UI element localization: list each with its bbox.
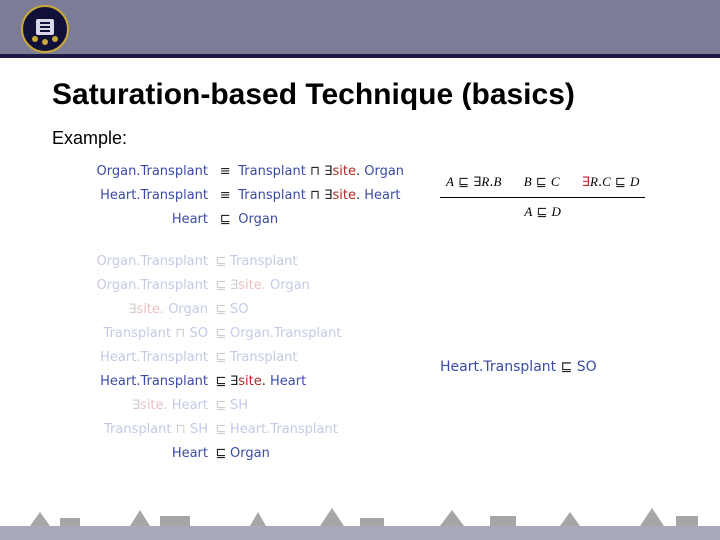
- concept: Heart: [364, 188, 400, 203]
- rel-sub: ⊑: [212, 394, 230, 418]
- concept: Heart.Transplant: [100, 188, 208, 203]
- concept: Organ.Transplant: [97, 254, 208, 269]
- concept: Transplant: [104, 326, 172, 341]
- derivation-row: ∃site. Organ⊑SO: [60, 298, 440, 322]
- var-C: C: [602, 174, 611, 189]
- role-site: site: [140, 398, 163, 413]
- var-A: A: [446, 174, 454, 189]
- concept: Organ: [270, 278, 310, 293]
- role-site: site: [136, 302, 159, 317]
- var-C: C: [551, 174, 560, 189]
- rel-sub: ⊑: [216, 208, 234, 232]
- concept: Transplant: [230, 350, 298, 365]
- var-R: R: [590, 174, 598, 189]
- concept: Transplant: [230, 254, 298, 269]
- concept: SO: [230, 302, 248, 317]
- example-label: Example:: [52, 128, 127, 149]
- concept: Transplant: [104, 422, 172, 437]
- inference-rule: A ⊑ ∃R.B B ⊑ C ∃R.C ⊑ D A ⊑ D: [440, 170, 700, 225]
- sqcap: ⊓: [310, 188, 320, 203]
- role-site: site: [332, 188, 355, 203]
- dot: .: [356, 164, 360, 179]
- derivation-row: Transplant ⊓ SH ⊑Heart.Transplant: [60, 418, 440, 442]
- var-A: A: [524, 204, 532, 219]
- concept: SO: [190, 326, 208, 341]
- concept: Heart.Transplant: [230, 422, 338, 437]
- rel-sub: ⊑: [212, 442, 230, 466]
- concept: SO: [577, 359, 597, 375]
- role-site: site: [238, 374, 261, 389]
- concept: Organ.Transplant: [97, 164, 208, 179]
- concept: Organ.Transplant: [97, 278, 208, 293]
- concept: Transplant: [238, 164, 306, 179]
- exists: ∃: [582, 175, 590, 190]
- concept: Organ: [238, 212, 278, 227]
- slide-topbar: [0, 0, 720, 58]
- concept: Heart: [270, 374, 306, 389]
- rel-sub: ⊑: [212, 418, 230, 442]
- rel-sub: ⊑: [212, 370, 230, 394]
- sqcap: ⊓: [176, 422, 186, 437]
- rel-sub: ⊑: [458, 175, 469, 190]
- rel-sub: ⊑: [212, 274, 230, 298]
- exists: ∃: [230, 278, 238, 293]
- concept: Transplant: [238, 188, 306, 203]
- concept: SH: [230, 398, 248, 413]
- var-R: R: [481, 174, 489, 189]
- dot: .: [262, 278, 266, 293]
- sqcap: ⊓: [310, 164, 320, 179]
- derived-highlight: Heart.Transplant ⊑ SO: [440, 355, 700, 379]
- concept: Heart: [172, 212, 208, 227]
- role-site: site: [238, 278, 261, 293]
- rel-sub: ⊑: [212, 346, 230, 370]
- exists: ∃: [132, 398, 140, 413]
- concept: Heart.Transplant: [100, 374, 208, 389]
- rel-equiv: ≡: [216, 184, 234, 208]
- dot: .: [160, 302, 164, 317]
- var-B: B: [493, 174, 501, 189]
- sqcap: ⊓: [175, 326, 185, 341]
- university-crest: [20, 4, 70, 54]
- concept: Heart.Transplant: [100, 350, 208, 365]
- slide-content: Organ.Transplant ≡ Transplant ⊓ ∃site. O…: [60, 160, 700, 500]
- derivation-row: Organ.Transplant ⊑∃site. Organ: [60, 274, 440, 298]
- concept: Organ: [168, 302, 208, 317]
- derivation-row: Organ.Transplant ⊑Transplant: [60, 250, 440, 274]
- rel-sub: ⊑: [212, 250, 230, 274]
- dot: .: [262, 374, 266, 389]
- rel-sub: ⊑: [212, 322, 230, 346]
- role-site: site: [332, 164, 355, 179]
- concept: Organ: [364, 164, 404, 179]
- derivation-row: Heart.Transplant ⊑Transplant: [60, 346, 440, 370]
- left-column: Organ.Transplant ≡ Transplant ⊓ ∃site. O…: [60, 160, 440, 466]
- slide-title: Saturation-based Technique (basics): [52, 78, 575, 112]
- axiom-row: Organ.Transplant ≡ Transplant ⊓ ∃site. O…: [60, 160, 440, 184]
- axiom-row: Heart.Transplant ≡ Transplant ⊓ ∃site. H…: [60, 184, 440, 208]
- footer-skyline: [0, 506, 720, 540]
- rel-sub: ⊑: [561, 359, 573, 375]
- rel-equiv: ≡: [216, 160, 234, 184]
- concept: Organ: [230, 446, 270, 461]
- concept: Heart: [172, 398, 208, 413]
- rel-sub: ⊑: [615, 175, 626, 190]
- concept: Heart.Transplant: [440, 359, 556, 375]
- var-D: D: [630, 174, 639, 189]
- var-D: D: [552, 204, 561, 219]
- derivation-row: Heart ⊑Organ: [60, 442, 440, 466]
- var-B: B: [524, 174, 532, 189]
- concept: Organ.Transplant: [230, 326, 341, 341]
- derivation-row: Heart.Transplant ⊑∃site. Heart: [60, 370, 440, 394]
- concept: Heart: [172, 446, 208, 461]
- axiom-row: Heart ⊑ Organ: [60, 208, 440, 232]
- rel-sub: ⊑: [212, 298, 230, 322]
- derivation-row: Transplant ⊓ SO ⊑Organ.Transplant: [60, 322, 440, 346]
- dot: .: [164, 398, 168, 413]
- exists: ∃: [230, 374, 238, 389]
- right-column: A ⊑ ∃R.B B ⊑ C ∃R.C ⊑ D A ⊑ D: [440, 160, 700, 379]
- dot: .: [356, 188, 360, 203]
- concept: SH: [190, 422, 208, 437]
- rel-sub: ⊑: [536, 175, 547, 190]
- derivation-row: ∃site. Heart ⊑SH: [60, 394, 440, 418]
- rel-sub: ⊑: [537, 205, 548, 220]
